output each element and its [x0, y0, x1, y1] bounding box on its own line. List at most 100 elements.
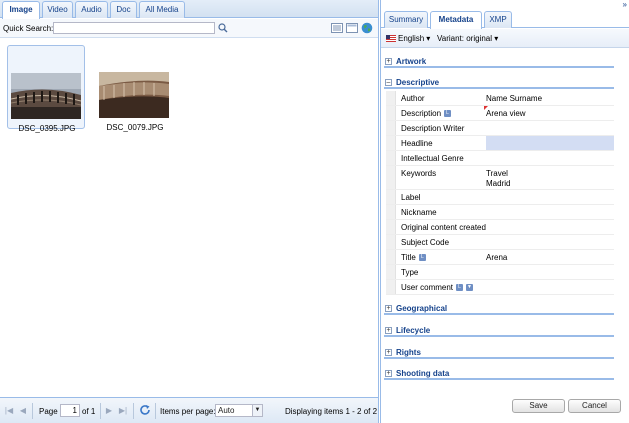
row-gutter: [386, 151, 396, 165]
field-label: Headline: [401, 139, 433, 148]
metadata-row-author[interactable]: Author Name Surname: [386, 91, 614, 106]
metadata-row-keywords[interactable]: Keywords Travel Madrid: [386, 166, 614, 190]
metadata-row-subject-code[interactable]: Subject Code: [386, 235, 614, 250]
media-browser-panel: Image Video Audio Doc All Media Quick Se…: [0, 0, 379, 423]
thumbnail-filename: DSC_0395.JPG: [18, 124, 76, 133]
quick-search-label: Quick Search:: [3, 24, 54, 33]
field-label-wrap: User comment L ▼: [401, 283, 474, 292]
row-gutter: [386, 250, 396, 264]
expand-icon: +: [385, 370, 392, 377]
thumbnail-image-facade: [99, 72, 169, 118]
chevron-down-icon[interactable]: ▼: [466, 284, 474, 291]
metadata-row-type[interactable]: Type: [386, 265, 614, 280]
cancel-button[interactable]: Cancel: [568, 399, 621, 413]
metadata-row-user-comment[interactable]: User comment L ▼: [386, 280, 614, 295]
field-label: Original content created: [401, 223, 486, 232]
search-icon[interactable]: [216, 21, 229, 34]
prev-page-icon[interactable]: ◀: [18, 406, 28, 416]
items-per-page-label: Items per page:: [160, 407, 216, 416]
language-select[interactable]: English ▾: [386, 34, 430, 43]
items-per-page-select[interactable]: Auto ▼: [215, 404, 263, 417]
field-value: Name Surname: [486, 94, 543, 103]
metadata-row-headline[interactable]: Headline: [386, 136, 614, 151]
row-gutter: [386, 265, 396, 279]
next-page-icon[interactable]: ▶: [104, 406, 114, 416]
field-value-editor[interactable]: [486, 136, 614, 150]
list-view-icon[interactable]: [331, 22, 343, 34]
tab-image[interactable]: Image: [2, 1, 40, 19]
collapse-panel-icon[interactable]: »: [623, 0, 627, 9]
field-label: Subject Code: [401, 238, 450, 247]
properties-panel: » Summary Metadata XMP English ▾ Variant…: [380, 0, 629, 423]
expand-icon: +: [385, 58, 392, 65]
language-icon[interactable]: L: [444, 110, 452, 117]
first-page-icon[interactable]: |◀: [4, 406, 14, 416]
separator: [155, 403, 156, 419]
quick-search-input[interactable]: [53, 22, 215, 34]
separator: [100, 403, 101, 419]
chevron-down-icon: ▾: [426, 34, 431, 43]
row-gutter: [386, 121, 396, 135]
section-lifecycle[interactable]: + Lifecycle: [384, 325, 614, 337]
metadata-row-intellectual-genre[interactable]: Intellectual Genre: [386, 151, 614, 166]
tab-video[interactable]: Video: [42, 1, 73, 18]
detail-view-icon[interactable]: [346, 22, 358, 34]
tab-xmp[interactable]: XMP: [484, 11, 512, 28]
tab-metadata[interactable]: Metadata: [430, 11, 482, 29]
expand-icon: +: [385, 349, 392, 356]
language-icon[interactable]: L: [418, 254, 426, 261]
row-gutter: [386, 220, 396, 234]
field-value: Arena view: [486, 109, 526, 118]
field-label: Nickname: [401, 208, 437, 217]
field-label: Description: [401, 109, 442, 118]
save-button[interactable]: Save: [512, 399, 565, 413]
metadata-row-original-content-created[interactable]: Original content created: [386, 220, 614, 235]
properties-tabbar: Summary Metadata XMP: [381, 9, 629, 29]
separator: [32, 403, 33, 419]
field-label-wrap: Title L: [401, 253, 426, 262]
section-shooting-data[interactable]: + Shooting data: [384, 368, 614, 380]
metadata-row-nickname[interactable]: Nickname: [386, 205, 614, 220]
last-page-icon[interactable]: ▶|: [118, 406, 128, 416]
page-label: Page: [39, 407, 58, 416]
field-label-wrap: Description L: [401, 109, 452, 118]
field-value: Arena: [486, 253, 508, 262]
thumbnail-item[interactable]: DSC_0079.JPG: [96, 45, 174, 132]
expand-icon: +: [385, 327, 392, 334]
thumbnail-item[interactable]: DSC_0395.JPG: [7, 45, 85, 133]
section-title: Descriptive: [396, 78, 440, 87]
tab-all-media[interactable]: All Media: [139, 1, 185, 18]
chevron-down-icon: ▾: [494, 34, 499, 43]
section-rights[interactable]: + Rights: [384, 347, 614, 359]
section-geographical[interactable]: + Geographical: [384, 303, 614, 315]
row-gutter: [386, 106, 396, 120]
section-descriptive[interactable]: – Descriptive: [384, 77, 614, 89]
row-gutter: [386, 190, 396, 204]
tab-doc[interactable]: Doc: [110, 1, 137, 18]
thumbnail-filename: DSC_0079.JPG: [106, 123, 164, 132]
page-number-input[interactable]: [60, 404, 80, 417]
chevron-down-icon: ▼: [252, 405, 262, 416]
metadata-row-description-writer[interactable]: Description Writer: [386, 121, 614, 136]
language-value: English: [398, 34, 425, 43]
separator: [133, 403, 134, 419]
tab-summary[interactable]: Summary: [384, 11, 428, 28]
metadata-row-description[interactable]: Description L Arena view: [386, 106, 614, 121]
globe-icon[interactable]: [361, 22, 373, 34]
field-label: Description Writer: [401, 124, 465, 133]
field-label: Keywords: [401, 169, 437, 178]
metadata-row-title[interactable]: Title L Arena: [386, 250, 614, 265]
metadata-grid: Author Name Surname Description L Arena v…: [386, 91, 614, 295]
refresh-icon[interactable]: [139, 404, 151, 416]
field-label: Label: [401, 193, 421, 202]
metadata-row-label[interactable]: Label: [386, 190, 614, 205]
thumbnail-grid: DSC_0395.JPG DSC_0079.JPG: [0, 39, 378, 397]
expand-icon: +: [385, 305, 392, 312]
row-gutter: [386, 91, 396, 105]
variant-value: Variant: original: [437, 34, 492, 43]
variant-select[interactable]: Variant: original ▾: [437, 34, 498, 43]
us-flag-icon: [386, 35, 396, 42]
section-artwork[interactable]: + Artwork: [384, 56, 614, 68]
language-icon[interactable]: L: [456, 284, 464, 291]
tab-audio[interactable]: Audio: [75, 1, 108, 18]
